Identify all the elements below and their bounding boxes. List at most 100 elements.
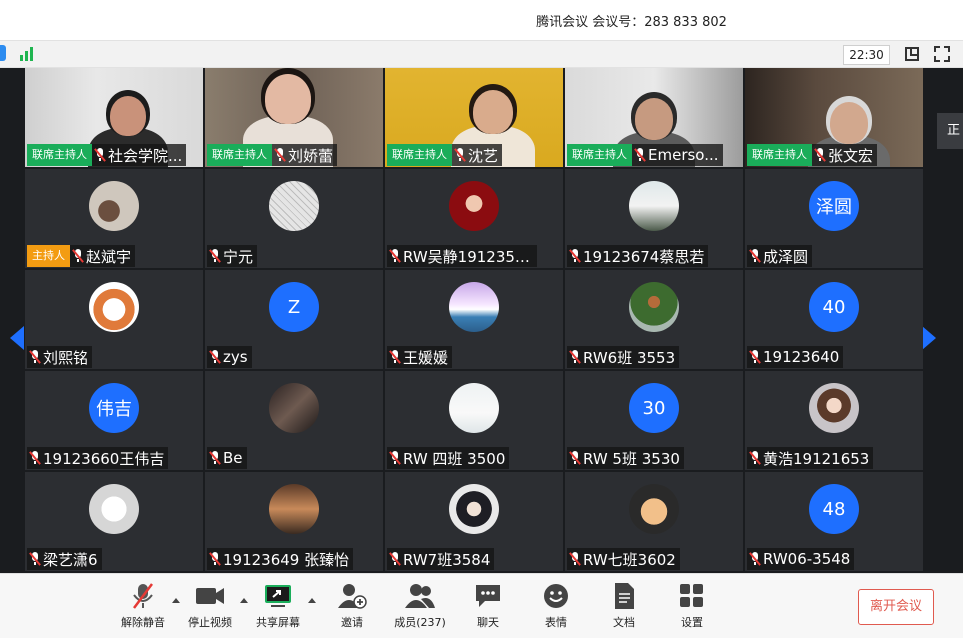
participant-name-chip: Emerso... xyxy=(632,144,723,166)
participant-tile[interactable]: RW 四班 3500 xyxy=(385,371,563,470)
avatar: 泽圆 xyxy=(809,181,859,231)
participant-name: RW 5班 3530 xyxy=(583,449,680,468)
participant-tile[interactable]: 伟吉 19123660王伟吉 xyxy=(25,371,203,470)
muted-mic-icon xyxy=(814,148,826,162)
name-bar: RW6班 3553 xyxy=(567,346,680,368)
documents-label: 文档 xyxy=(613,616,635,629)
emoji-button[interactable]: 表情 xyxy=(526,582,586,630)
invite-button[interactable]: 邀请 xyxy=(322,582,382,630)
share-screen-icon xyxy=(263,582,293,610)
participant-name: 梁艺潇6 xyxy=(43,550,98,569)
stop-video-button[interactable]: 停止视频 xyxy=(180,582,240,630)
security-shield-icon[interactable] xyxy=(0,45,6,61)
muted-mic-icon xyxy=(569,552,581,566)
participant-name-chip: 张文宏 xyxy=(812,144,878,166)
window-title: 腾讯会议 会议号：283 833 802 xyxy=(536,14,727,30)
participant-name-chip: 王媛媛 xyxy=(387,346,453,368)
participant-tile[interactable]: 泽圆成泽圆 xyxy=(745,169,923,268)
participant-tile[interactable]: RW7班3584 xyxy=(385,472,563,571)
name-bar: 刘熙铭 xyxy=(27,346,93,368)
muted-mic-icon xyxy=(94,148,106,162)
settings-button[interactable]: 设置 xyxy=(662,582,722,630)
participant-name: RW06-3548 xyxy=(763,550,851,568)
participant-tile[interactable]: 48 RW06-3548 xyxy=(745,472,923,571)
participant-tile[interactable]: 黄浩19121653 xyxy=(745,371,923,470)
participant-name-chip: 成泽圆 xyxy=(747,245,813,267)
previous-page-arrow-icon[interactable] xyxy=(10,326,24,350)
participant-name: Be xyxy=(223,449,243,467)
layout-view-icon[interactable] xyxy=(905,47,919,61)
participant-tile[interactable]: 联席主持人 刘娇蕾 xyxy=(205,68,383,167)
muted-mic-icon xyxy=(29,552,41,566)
participant-tile[interactable]: 宁元 xyxy=(205,169,383,268)
emoji-label: 表情 xyxy=(545,616,567,629)
meeting-timer: 22:30 xyxy=(843,45,890,65)
participant-tile[interactable]: Zzys xyxy=(205,270,383,369)
participant-tile[interactable]: 王媛媛 xyxy=(385,270,563,369)
left-pager xyxy=(0,68,25,573)
documents-button[interactable]: 文档 xyxy=(594,582,654,630)
muted-mic-icon xyxy=(389,350,401,364)
participant-tile[interactable]: Be xyxy=(205,371,383,470)
avatar xyxy=(449,383,499,433)
muted-mic-icon xyxy=(569,451,581,465)
participant-tile[interactable]: 联席主持人 社会学院... xyxy=(25,68,203,167)
stop-video-label: 停止视频 xyxy=(188,616,232,629)
title-bar: 腾讯会议 会议号：283 833 802 xyxy=(0,0,963,40)
signal-bars-icon[interactable] xyxy=(20,45,33,61)
participant-tile[interactable]: 主持人 赵斌宇 xyxy=(25,169,203,268)
participant-name-chip: RW 5班 3530 xyxy=(567,447,684,469)
participant-tile[interactable]: 梁艺潇6 xyxy=(25,472,203,571)
name-bar: Be xyxy=(207,447,247,469)
participant-tile[interactable]: RW吴静19123551 xyxy=(385,169,563,268)
share-options-caret-icon[interactable] xyxy=(308,598,316,603)
settings-grid-icon xyxy=(677,582,707,610)
name-bar: 宁元 xyxy=(207,245,258,267)
participant-tile[interactable]: 联席主持人 张文宏 xyxy=(745,68,923,167)
avatar xyxy=(269,383,319,433)
invite-label: 邀请 xyxy=(341,616,363,629)
participant-tile[interactable]: 19123674蔡思若 xyxy=(565,169,743,268)
chat-button[interactable]: 聊天 xyxy=(458,582,518,630)
cohost-badge: 联席主持人 xyxy=(207,144,272,166)
participant-name-chip: 19123660王伟吉 xyxy=(27,447,169,469)
muted-mic-icon xyxy=(274,148,286,162)
participant-tile[interactable]: 30 RW 5班 3530 xyxy=(565,371,743,470)
members-button[interactable]: 成员(237) xyxy=(390,582,450,630)
participant-tile[interactable]: 刘熙铭 xyxy=(25,270,203,369)
participant-tile[interactable]: 40 19123640 xyxy=(745,270,923,369)
avatar-initials: Z xyxy=(287,296,301,318)
avatar-initials: 40 xyxy=(822,296,846,318)
avatar xyxy=(89,282,139,332)
share-screen-button[interactable]: 共享屏幕 xyxy=(248,582,308,630)
meeting-window: 腾讯会议 会议号：283 833 802 22:30 正 联席主持人 社会学院..… xyxy=(0,0,963,638)
name-bar: 联席主持人 刘娇蕾 xyxy=(207,144,338,166)
participant-name-chip: 19123649 张臻怡 xyxy=(207,548,354,570)
muted-mic-icon xyxy=(749,552,761,566)
muted-mic-icon xyxy=(29,451,41,465)
participant-name: RW7班3584 xyxy=(403,550,491,569)
participant-name: 赵斌宇 xyxy=(86,247,132,266)
muted-mic-icon xyxy=(749,451,761,465)
participant-tile[interactable]: RW6班 3553 xyxy=(565,270,743,369)
participant-tile[interactable]: 联席主持人 沈艺 xyxy=(385,68,563,167)
avatar: 30 xyxy=(629,383,679,433)
participant-tile[interactable]: 联席主持人 Emerso... xyxy=(565,68,743,167)
cohost-badge: 联席主持人 xyxy=(387,144,452,166)
video-options-caret-icon[interactable] xyxy=(240,598,248,603)
leave-meeting-button[interactable]: 离开会议 xyxy=(858,589,934,625)
participant-name: RW七班3602 xyxy=(583,550,676,569)
chat-label: 聊天 xyxy=(477,616,499,629)
unmute-button[interactable]: 解除静音 xyxy=(113,582,173,630)
muted-mic-icon xyxy=(209,249,221,263)
audio-options-caret-icon[interactable] xyxy=(172,598,180,603)
participant-name-chip: 19123674蔡思若 xyxy=(567,245,709,267)
side-notice-chip[interactable]: 正 xyxy=(937,113,963,149)
cohost-badge: 联席主持人 xyxy=(27,144,92,166)
members-label: 成员(237) xyxy=(394,616,446,629)
participant-tile[interactable]: RW七班3602 xyxy=(565,472,743,571)
fullscreen-icon[interactable] xyxy=(934,46,950,62)
muted-mic-icon xyxy=(389,552,401,566)
participant-tile[interactable]: 19123649 张臻怡 xyxy=(205,472,383,571)
avatar xyxy=(629,282,679,332)
